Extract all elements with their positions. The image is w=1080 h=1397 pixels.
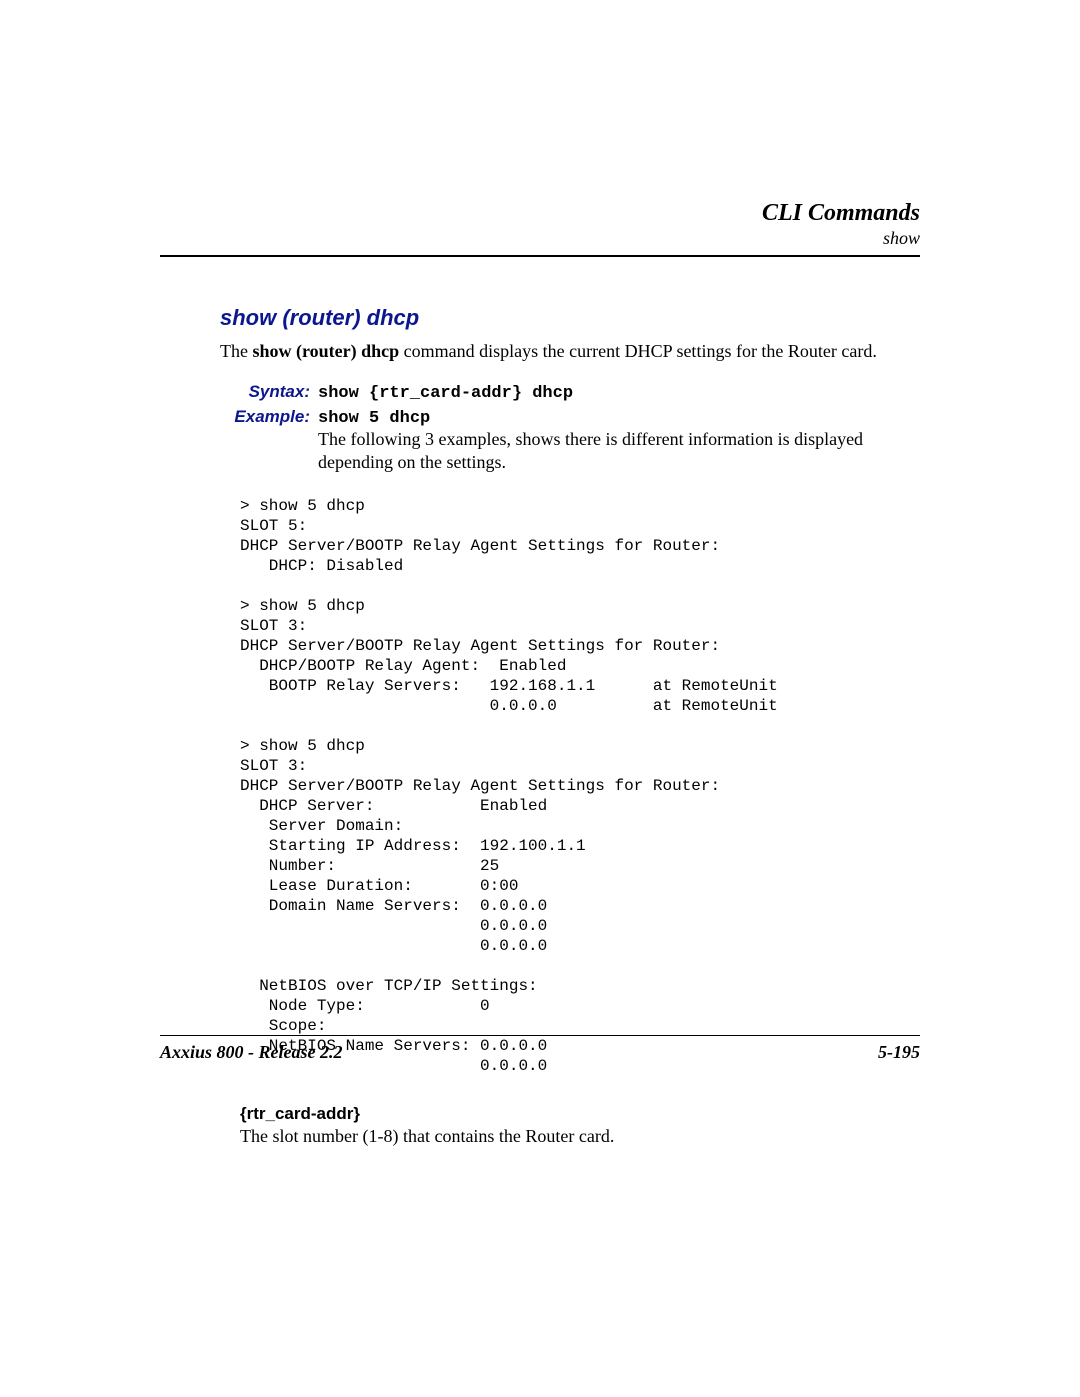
param-description: The slot number (1-8) that contains the … <box>240 1126 920 1147</box>
chapter-title: CLI Commands <box>160 200 920 226</box>
intro-prefix: The <box>220 341 252 361</box>
footer-right: 5-195 <box>878 1042 920 1063</box>
example-value: show 5 dhcp <box>310 409 430 428</box>
example-description: The following 3 examples, shows there is… <box>318 428 920 475</box>
command-heading: show (router) dhcp <box>220 305 920 331</box>
syntax-value: show {rtr_card-addr} dhcp <box>310 384 573 403</box>
syntax-label: Syntax: <box>220 382 310 402</box>
command-intro: The show (router) dhcp command displays … <box>220 339 920 363</box>
example-label: Example: <box>220 407 310 427</box>
footer-rule <box>160 1035 920 1036</box>
intro-suffix: command displays the current DHCP settin… <box>399 341 877 361</box>
intro-bold-command: show (router) dhcp <box>252 341 399 361</box>
cli-output: > show 5 dhcp SLOT 5: DHCP Server/BOOTP … <box>240 496 920 1076</box>
section-name: show <box>160 228 920 249</box>
header-rule <box>160 255 920 257</box>
footer-left: Axxius 800 - Release 2.2 <box>160 1042 343 1063</box>
param-name: {rtr_card-addr} <box>240 1104 920 1124</box>
